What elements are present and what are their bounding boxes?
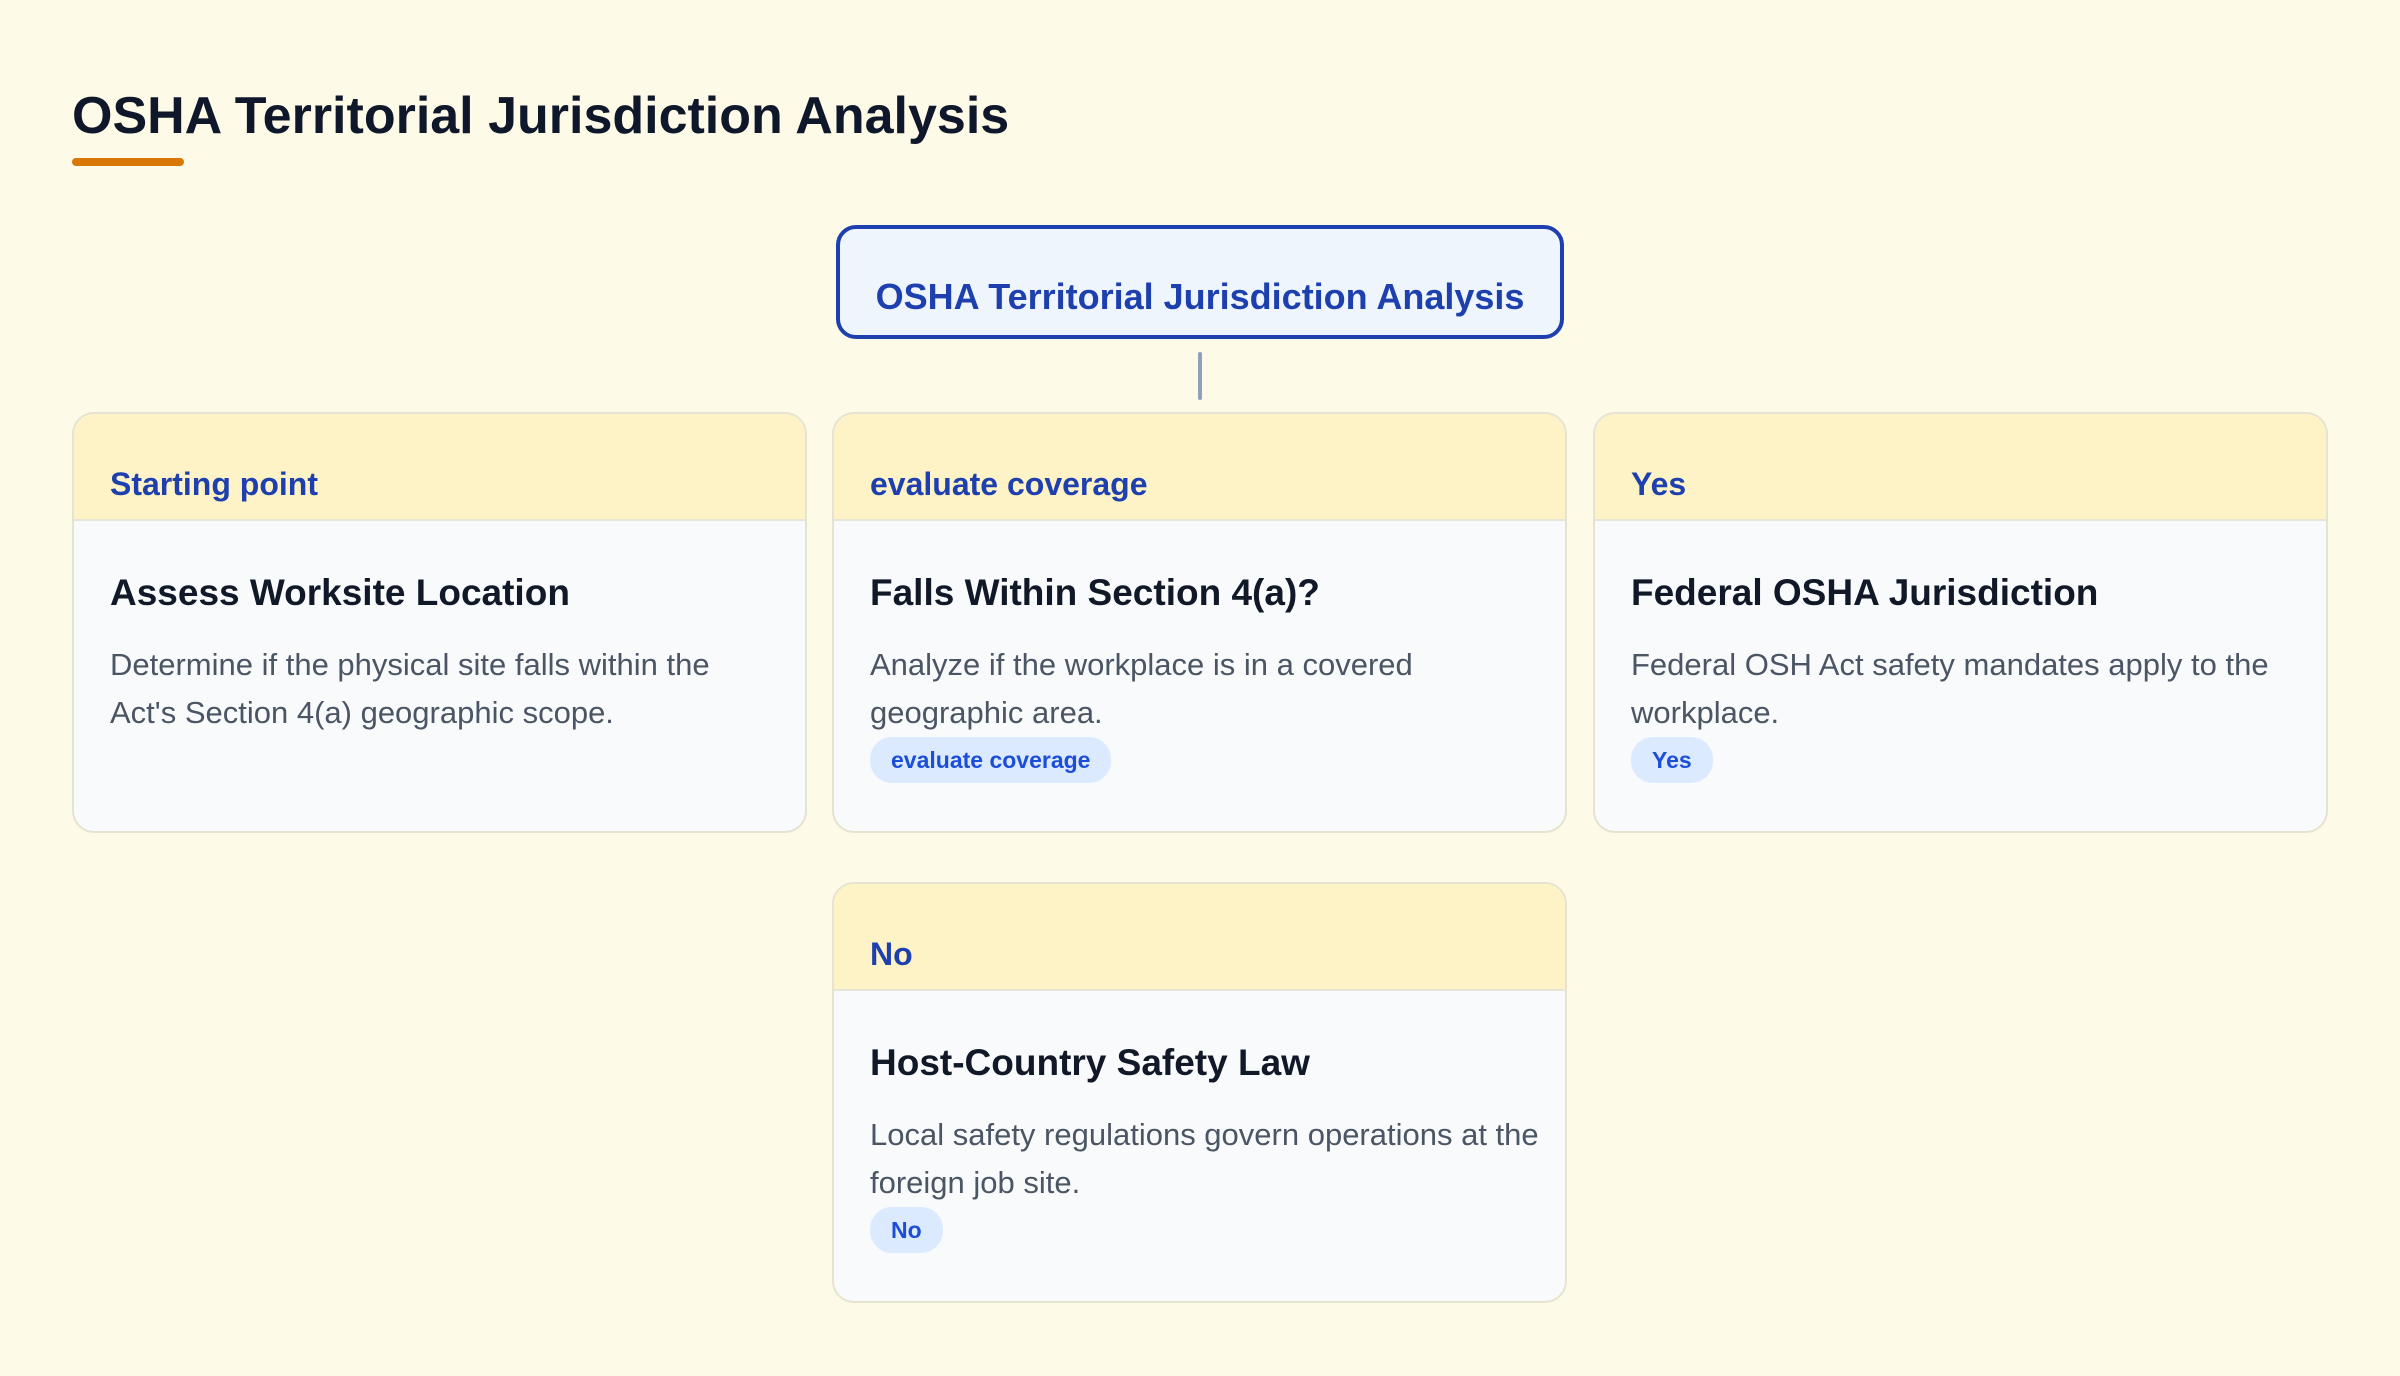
card-body: Falls Within Section 4(a)? Analyze if th…: [834, 521, 1565, 783]
card-host-country-law: No Host-Country Safety Law Local safety …: [832, 882, 1567, 1303]
card-header: evaluate coverage: [834, 414, 1565, 521]
card-description: Determine if the physical site falls wit…: [110, 647, 710, 730]
card-federal-jurisdiction: Yes Federal OSHA Jurisdiction Federal OS…: [1593, 412, 2328, 833]
card-header: Yes: [1595, 414, 2326, 521]
card-badge: evaluate coverage: [870, 737, 1112, 783]
card-description: Analyze if the workplace is in a covered…: [870, 647, 1413, 730]
card-badge: No: [870, 1207, 943, 1253]
root-connector: [1198, 352, 1202, 400]
card-description: Federal OSH Act safety mandates apply to…: [1631, 647, 2269, 730]
card-badge: Yes: [1631, 737, 1713, 783]
card-title: Assess Worksite Location: [110, 572, 570, 613]
title-underline: [72, 158, 184, 166]
root-node-label: OSHA Territorial Jurisdiction Analysis: [875, 276, 1525, 317]
card-title: Federal OSHA Jurisdiction: [1631, 572, 2099, 613]
diagram-page: OSHA Territorial Jurisdiction Analysis O…: [0, 0, 2400, 1376]
root-node: OSHA Territorial Jurisdiction Analysis: [836, 225, 1564, 339]
card-falls-within-section: evaluate coverage Falls Within Section 4…: [832, 412, 1567, 833]
card-body: Federal OSHA Jurisdiction Federal OSH Ac…: [1595, 521, 2326, 783]
card-header: No: [834, 884, 1565, 991]
card-header-label: Yes: [1631, 466, 1687, 502]
card-body: Host-Country Safety Law Local safety reg…: [834, 991, 1565, 1253]
card-header-label: No: [870, 936, 913, 972]
card-title: Host-Country Safety Law: [870, 1042, 1310, 1083]
card-assess-worksite: Starting point Assess Worksite Location …: [72, 412, 807, 833]
card-header-label: evaluate coverage: [870, 466, 1148, 502]
card-header: Starting point: [74, 414, 805, 521]
card-header-label: Starting point: [110, 466, 318, 502]
card-body: Assess Worksite Location Determine if th…: [74, 521, 805, 737]
page-title: OSHA Territorial Jurisdiction Analysis: [72, 87, 1010, 145]
card-description: Local safety regulations govern operatio…: [870, 1117, 1539, 1200]
card-title: Falls Within Section 4(a)?: [870, 572, 1320, 613]
